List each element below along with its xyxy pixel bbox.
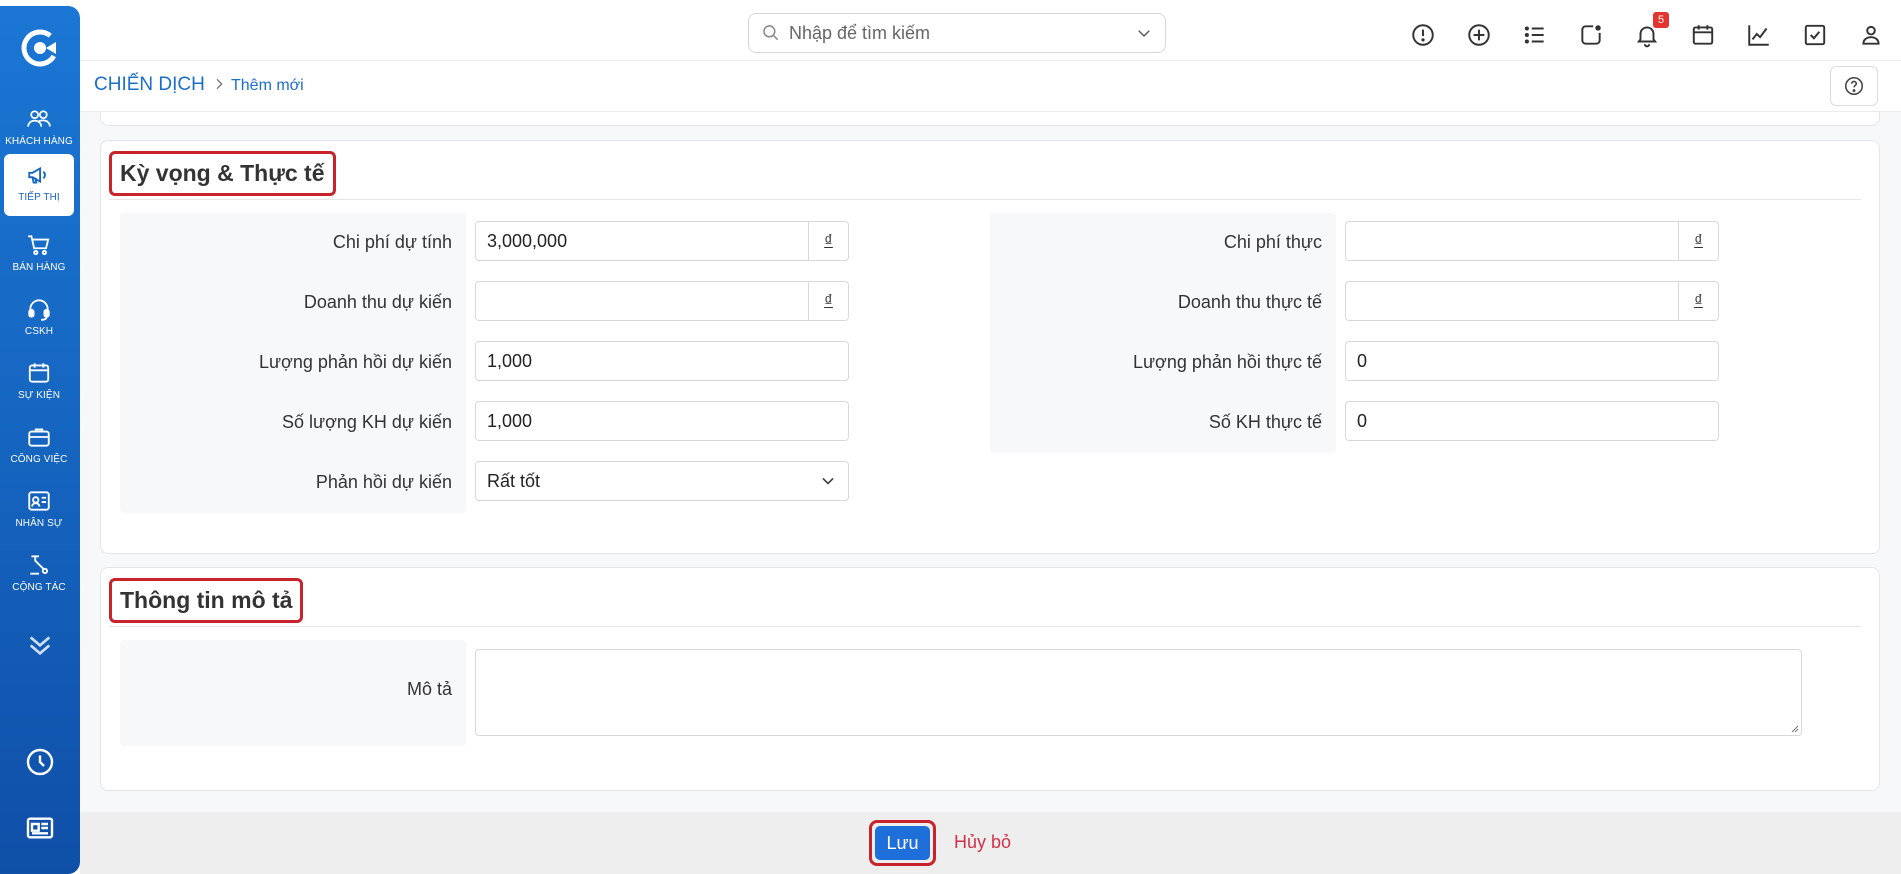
add-icon[interactable] xyxy=(1466,22,1492,48)
form-footer: Lưu Hủy bỏ xyxy=(80,812,1901,874)
est-customers-label: Số lượng KH dự kiến xyxy=(282,412,452,432)
act-cost-field[interactable]: ₫ xyxy=(1345,221,1719,261)
section-title: Thông tin mô tả xyxy=(109,578,304,623)
user-icon[interactable] xyxy=(1858,22,1884,48)
checkbox-icon[interactable] xyxy=(1802,22,1828,48)
description-section: Thông tin mô tả Mô tả xyxy=(100,567,1880,791)
list-icon[interactable] xyxy=(1522,22,1548,48)
sidebar-item-customers[interactable]: KHÁCH HÀNG xyxy=(4,98,74,160)
est-cost-value: 3,000,000 xyxy=(487,230,568,251)
est-cost-field[interactable]: 3,000,000 ₫ xyxy=(475,221,849,261)
act-responses-label: Lượng phản hồi thực tế xyxy=(1132,352,1322,372)
est-responses-field[interactable]: 1,000 xyxy=(475,341,849,381)
alert-icon[interactable] xyxy=(1410,22,1436,48)
chart-line-icon[interactable] xyxy=(1746,22,1772,48)
notification-badge: 5 xyxy=(1653,12,1669,28)
breadcrumb-current: Thêm mới xyxy=(231,77,304,94)
app-logo-icon[interactable] xyxy=(20,28,60,68)
act-customers-label: Số KH thực tế xyxy=(1208,412,1322,432)
est-feedback-value: Rất tốt xyxy=(487,470,541,491)
resize-handle-icon[interactable] xyxy=(1789,723,1799,733)
sidebar-item-label: KHÁCH HÀNG xyxy=(5,136,73,147)
est-feedback-select[interactable]: Rất tốt xyxy=(475,461,849,501)
breadcrumb-root-link[interactable]: CHIẾN DỊCH xyxy=(94,74,205,96)
megaphone-icon xyxy=(28,166,46,184)
act-cost-label: Chi phí thực xyxy=(1223,232,1322,252)
save-button[interactable]: Lưu xyxy=(875,826,930,860)
briefcase-icon xyxy=(28,428,50,447)
sidebar-item-label: SỰ KIỆN xyxy=(17,390,61,401)
save-button-highlight: Lưu xyxy=(869,820,936,866)
cancel-button[interactable]: Hủy bỏ xyxy=(954,832,1011,853)
sidebar-item-label: CÔNG VIỆC xyxy=(10,454,68,465)
search-input[interactable] xyxy=(789,22,1135,44)
sidebar-item-support[interactable]: CSKH xyxy=(4,288,74,350)
sidebar-item-label: TIẾP THỊ xyxy=(18,192,60,203)
act-revenue-label: Doanh thu thực tế xyxy=(1177,292,1322,312)
workflow-icon xyxy=(30,555,49,575)
currency-unit: ₫ xyxy=(1678,222,1718,260)
chevron-down-icon[interactable] xyxy=(1135,24,1153,42)
chevron-down-icon xyxy=(822,477,834,485)
sidebar-item-label: BÁN HÀNG xyxy=(12,262,66,273)
act-responses-field[interactable]: 0 xyxy=(1345,341,1719,381)
topbar: 5 xyxy=(80,6,1901,61)
calendar-icon[interactable] xyxy=(1690,22,1716,48)
sidebar-item-collab[interactable]: CỘNG TÁC xyxy=(4,544,74,606)
currency-unit: ₫ xyxy=(808,282,848,320)
desc-label: Mô tả xyxy=(406,679,452,699)
est-revenue-label: Doanh thu dự kiến xyxy=(303,292,452,312)
history-icon[interactable] xyxy=(24,746,56,778)
est-responses-label: Lượng phản hồi dự kiến xyxy=(258,352,452,372)
cart-icon xyxy=(28,235,50,256)
content-area: Kỳ vọng & Thực tế Chi phí dự tính 3,000,… xyxy=(80,112,1901,812)
section-divider xyxy=(109,626,1861,627)
sidebar-item-marketing[interactable]: TIẾP THỊ xyxy=(4,154,74,216)
chat-icon[interactable] xyxy=(1578,22,1604,48)
est-responses-value: 1,000 xyxy=(487,350,533,371)
act-revenue-field[interactable]: ₫ xyxy=(1345,281,1719,321)
sidebar-item-tasks[interactable]: CÔNG VIỆC xyxy=(4,416,74,478)
est-feedback-label: Phản hồi dự kiến xyxy=(315,472,452,492)
section-divider xyxy=(109,199,1861,200)
section-title: Kỳ vọng & Thực tế xyxy=(109,151,336,196)
chevron-right-icon xyxy=(216,78,223,90)
est-customers-field[interactable]: 1,000 xyxy=(475,401,849,441)
id-card-icon xyxy=(28,491,50,511)
est-revenue-field[interactable]: ₫ xyxy=(475,281,849,321)
sidebar-item-label: CỘNG TÁC xyxy=(12,582,66,593)
headset-icon xyxy=(28,299,50,321)
currency-unit: ₫ xyxy=(1678,282,1718,320)
question-icon xyxy=(1844,76,1864,96)
chevrons-down-icon[interactable] xyxy=(24,628,56,660)
search-icon xyxy=(763,25,779,41)
sidebar-item-sales[interactable]: BÁN HÀNG xyxy=(4,224,74,286)
act-customers-field[interactable]: 0 xyxy=(1345,401,1719,441)
search-box[interactable] xyxy=(748,13,1166,53)
help-button[interactable] xyxy=(1830,66,1878,106)
sidebar-item-hr[interactable]: NHÂN SỰ xyxy=(4,480,74,542)
calendar-icon xyxy=(28,363,50,383)
breadcrumb: CHIẾN DỊCH Thêm mới xyxy=(80,62,1901,112)
expectation-section: Kỳ vọng & Thực tế Chi phí dự tính 3,000,… xyxy=(100,140,1880,554)
description-textarea[interactable] xyxy=(475,649,1802,736)
previous-section-card xyxy=(100,112,1880,126)
est-customers-value: 1,000 xyxy=(487,410,533,431)
act-responses-value: 0 xyxy=(1357,350,1368,371)
users-icon xyxy=(27,110,51,127)
news-icon[interactable] xyxy=(24,812,56,844)
est-cost-label: Chi phí dự tính xyxy=(332,232,452,252)
currency-unit: ₫ xyxy=(808,222,848,260)
sidebar-item-events[interactable]: SỰ KIỆN xyxy=(4,352,74,414)
sidebar-item-label: NHÂN SỰ xyxy=(15,518,63,529)
sidebar-item-label: CSKH xyxy=(24,326,54,337)
sidebar: KHÁCH HÀNG TIẾP THỊ BÁN HÀNG CSKH SỰ KIỆ… xyxy=(0,6,80,874)
act-customers-value: 0 xyxy=(1357,410,1368,431)
